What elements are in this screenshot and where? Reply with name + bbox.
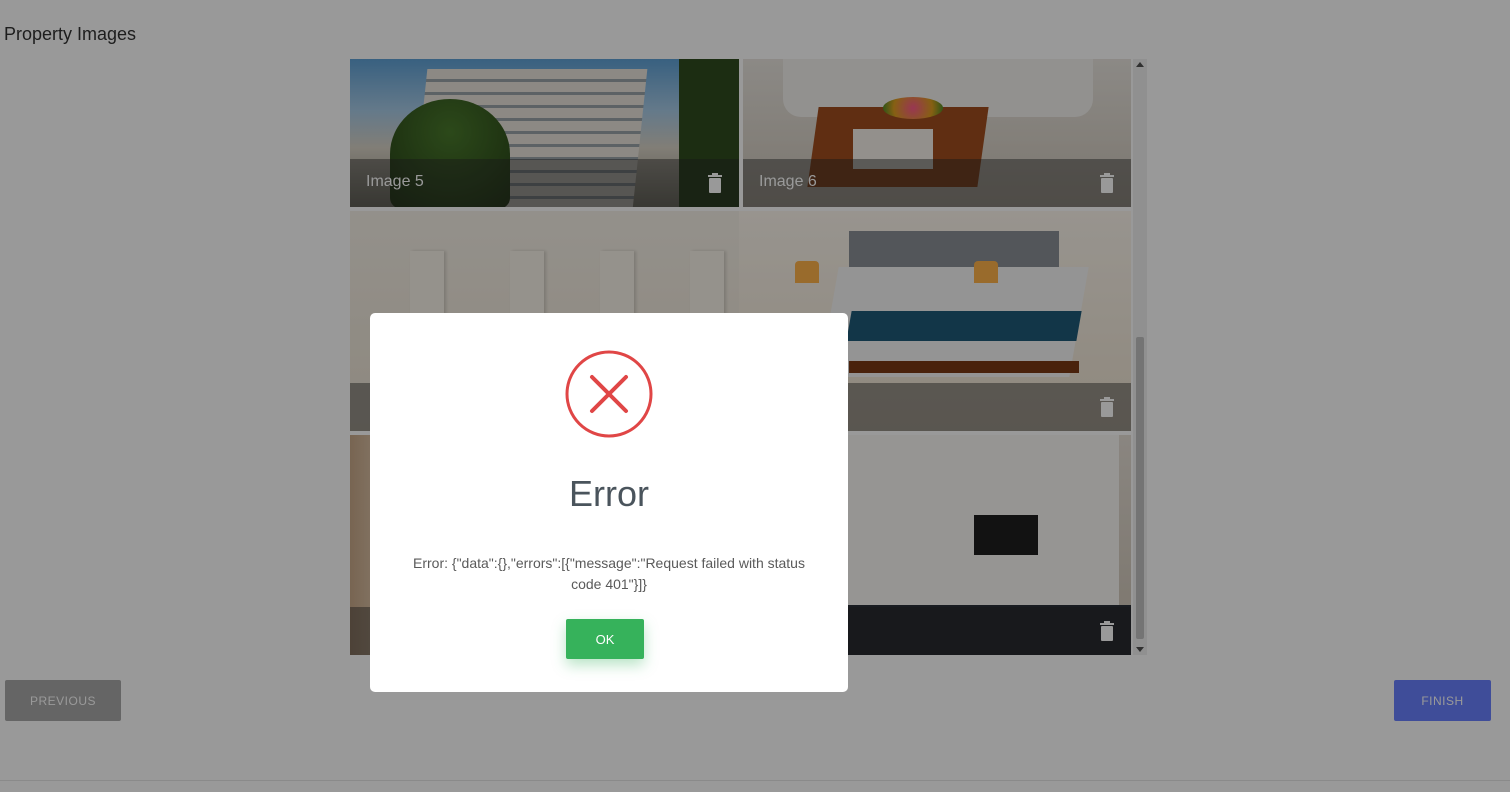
ok-button[interactable]: OK bbox=[566, 619, 644, 659]
dialog-message: Error: {"data":{},"errors":[{"message":"… bbox=[413, 555, 805, 592]
error-x-icon bbox=[565, 350, 653, 438]
error-dialog: Error Error: {"data":{},"errors":[{"mess… bbox=[370, 313, 848, 692]
dialog-title: Error bbox=[569, 473, 649, 514]
